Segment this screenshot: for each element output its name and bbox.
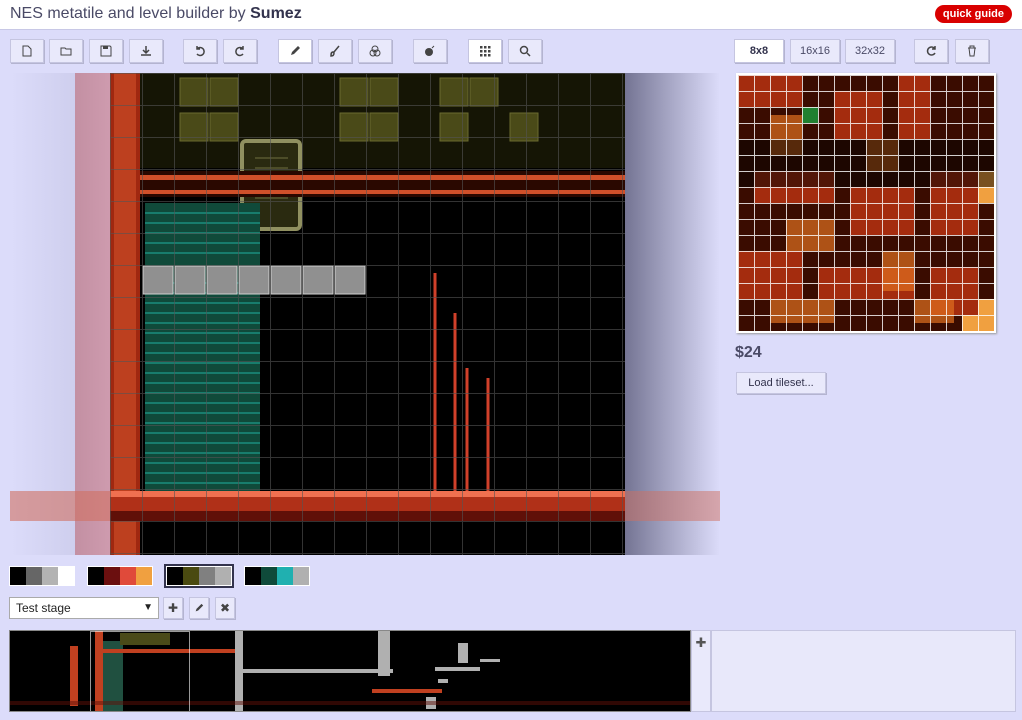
open-button[interactable]: [49, 39, 83, 63]
chevron-down-icon: ▼: [143, 602, 153, 613]
palette-3[interactable]: [244, 566, 310, 586]
palette-swatch[interactable]: [88, 567, 104, 585]
palette-swatch[interactable]: [120, 567, 136, 585]
adjacent-floor-preview: [10, 491, 110, 521]
export-button[interactable]: [129, 39, 163, 63]
redo-icon: [235, 46, 244, 57]
header-bar: NES metatile and level builder by Sumez …: [0, 0, 1022, 30]
palette-1[interactable]: [87, 566, 153, 586]
open-folder-icon: [60, 47, 72, 56]
level-canvas[interactable]: [10, 73, 720, 555]
stamp-icon: [369, 45, 381, 57]
delete-button[interactable]: [955, 39, 989, 63]
palette-swatch[interactable]: [167, 567, 183, 585]
out-of-bounds-area: [625, 73, 720, 555]
palette-swatch[interactable]: [183, 567, 199, 585]
pencil-icon: [291, 46, 300, 55]
trash-icon: [968, 45, 976, 57]
grid-toggle-button[interactable]: [468, 39, 502, 63]
palette-swatch[interactable]: [199, 567, 215, 585]
adjacent-screen-preview: [75, 73, 110, 555]
magnify-icon: [519, 45, 531, 57]
tileset-price: $24: [735, 344, 762, 361]
palette-swatch[interactable]: [215, 567, 231, 585]
tile-size-8x8[interactable]: 8x8: [734, 39, 784, 63]
adjacent-floor-right-preview: [625, 491, 720, 521]
save-icon: [100, 45, 112, 57]
new-file-icon: [22, 45, 32, 57]
palette-swatch[interactable]: [10, 567, 26, 585]
level-viewport[interactable]: [110, 73, 625, 555]
redo-button[interactable]: [223, 39, 257, 63]
save-button[interactable]: [89, 39, 123, 63]
add-screen-button[interactable]: ✚: [691, 630, 711, 712]
close-icon: ✖: [219, 601, 231, 615]
pencil-icon: [195, 603, 204, 612]
palette-swatch[interactable]: [293, 567, 309, 585]
brush-tool-button[interactable]: [318, 39, 352, 63]
tile-size-32x32[interactable]: 32x32: [845, 39, 895, 63]
palette-swatch[interactable]: [42, 567, 58, 585]
tile-grid-overlay: [110, 73, 625, 555]
grid-icon: [480, 46, 491, 57]
app-title: NES metatile and level builder by Sumez: [10, 5, 302, 22]
bomb-tool-button[interactable]: [413, 39, 447, 63]
refresh-icon: [926, 46, 936, 56]
palette-swatch[interactable]: [104, 567, 120, 585]
stage-select[interactable]: Test stage ▼: [9, 597, 159, 619]
undo-icon: [196, 46, 205, 57]
pencil-tool-button[interactable]: [278, 39, 312, 63]
stamp-tool-button[interactable]: [358, 39, 392, 63]
download-icon: [141, 46, 151, 56]
bomb-icon: [425, 45, 435, 56]
palette-swatch[interactable]: [245, 567, 261, 585]
minimap-viewport-indicator[interactable]: [90, 631, 190, 711]
zoom-button[interactable]: [508, 39, 542, 63]
delete-stage-button[interactable]: ✖: [215, 597, 235, 619]
palette-swatch[interactable]: [26, 567, 42, 585]
palette-2[interactable]: [164, 564, 234, 588]
level-minimap[interactable]: [9, 630, 691, 712]
tile-size-16x16[interactable]: 16x16: [790, 39, 840, 63]
brush-icon: [330, 45, 340, 57]
tileset-panel[interactable]: [736, 73, 996, 333]
add-stage-button[interactable]: ✚: [163, 597, 183, 619]
tileset-grid-overlay: [738, 75, 994, 331]
palette-swatch[interactable]: [277, 567, 293, 585]
load-tileset-button[interactable]: Load tileset...: [736, 372, 826, 394]
palette-swatch[interactable]: [261, 567, 277, 585]
new-file-button[interactable]: [10, 39, 44, 63]
empty-screen-slot: [711, 630, 1016, 712]
rename-stage-button[interactable]: [189, 597, 209, 619]
palette-0[interactable]: [9, 566, 75, 586]
undo-button[interactable]: [183, 39, 217, 63]
palette-swatch[interactable]: [136, 567, 152, 585]
refresh-button[interactable]: [914, 39, 948, 63]
plus-icon: ✚: [695, 635, 707, 650]
quick-guide-button[interactable]: quick guide: [934, 5, 1012, 23]
palette-swatch[interactable]: [58, 567, 74, 585]
plus-icon: ✚: [167, 601, 179, 615]
